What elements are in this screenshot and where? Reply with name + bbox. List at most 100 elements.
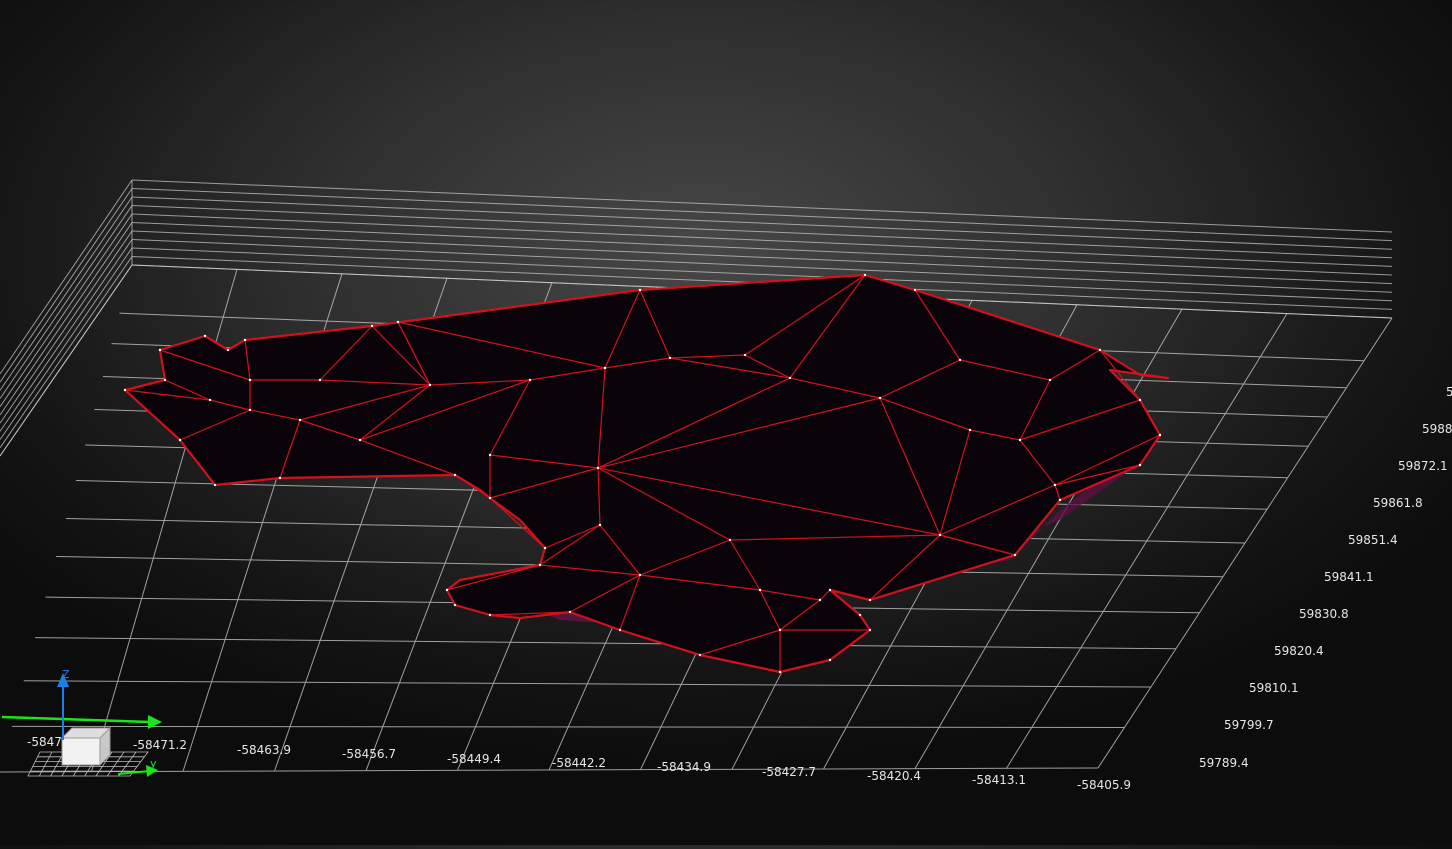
mesh-vertex bbox=[1018, 438, 1022, 442]
gizmo-z-label: Z bbox=[62, 668, 70, 681]
y-tick: 59799.7 bbox=[1224, 718, 1274, 732]
mesh-vertex bbox=[396, 320, 400, 324]
mesh-vertex bbox=[528, 378, 532, 382]
y-tick: 59820.4 bbox=[1274, 644, 1324, 658]
wall-line bbox=[131, 213, 1393, 267]
orientation-gizmo[interactable]: Z y bbox=[1, 668, 162, 777]
y-tick: 5988 bbox=[1422, 422, 1452, 436]
x-tick: -58420.4 bbox=[867, 769, 921, 783]
mesh-vertex bbox=[163, 378, 167, 382]
grid-line bbox=[34, 637, 1176, 650]
mesh-vertex bbox=[818, 598, 822, 602]
mesh-vertex bbox=[598, 523, 602, 527]
3d-viewport[interactable]: -5847 -58471.2 -58463.9 -58456.7 -58449.… bbox=[0, 0, 1452, 845]
wall-line bbox=[0, 222, 133, 416]
mesh-vertex bbox=[698, 653, 702, 657]
mesh-vertex bbox=[1048, 378, 1052, 382]
y-axis-tick-labels: 59789.4 59799.7 59810.1 59820.4 59830.8 … bbox=[1199, 385, 1452, 770]
mesh-vertex bbox=[453, 473, 457, 477]
x-tick: -58463.9 bbox=[237, 743, 291, 757]
mesh-vertex bbox=[1058, 498, 1062, 502]
x-tick: -58456.7 bbox=[342, 747, 396, 761]
mesh-vertex bbox=[958, 358, 962, 362]
x-tick: -58471.2 bbox=[133, 738, 187, 752]
mesh-vertex bbox=[868, 598, 872, 602]
mesh-vertex bbox=[638, 573, 642, 577]
mesh-vertex bbox=[370, 324, 374, 328]
y-tick-partial: 5 bbox=[1446, 385, 1452, 399]
mesh-vertex bbox=[488, 453, 492, 457]
mesh-vertex bbox=[568, 610, 572, 614]
mesh-vertex bbox=[743, 353, 747, 357]
mesh-vertex bbox=[318, 378, 322, 382]
mesh-vertex bbox=[1053, 483, 1057, 487]
mesh-vertex bbox=[828, 658, 832, 662]
mesh-vertex bbox=[243, 338, 247, 342]
y-tick: 59851.4 bbox=[1348, 533, 1398, 547]
mesh-vertex bbox=[938, 533, 942, 537]
wall-line bbox=[131, 179, 1393, 233]
wall-line bbox=[131, 188, 1393, 242]
mesh-vertex bbox=[778, 628, 782, 632]
y-tick: 59810.1 bbox=[1249, 681, 1299, 695]
x-tick: -58442.2 bbox=[552, 756, 606, 770]
side-wall-grid bbox=[0, 179, 133, 457]
wall-line bbox=[131, 196, 1393, 250]
mesh-vertex bbox=[248, 378, 252, 382]
mesh-vertex bbox=[863, 273, 867, 277]
x-tick: -58434.9 bbox=[657, 760, 711, 774]
gizmo-cube-icon bbox=[60, 726, 112, 767]
mesh-vertex bbox=[538, 563, 542, 567]
mesh-vertex bbox=[858, 613, 862, 617]
mesh-vertex bbox=[213, 483, 217, 487]
mesh-vertex bbox=[158, 348, 162, 352]
mesh-vertex bbox=[728, 538, 732, 542]
mesh-vertex bbox=[248, 408, 252, 412]
mesh-vertex bbox=[758, 588, 762, 592]
gizmo-y-label: y bbox=[150, 757, 157, 770]
grid-line bbox=[11, 725, 1125, 728]
y-tick: 59841.1 bbox=[1324, 570, 1374, 584]
x-tick: -58413.1 bbox=[972, 773, 1026, 787]
mesh-vertex bbox=[1098, 348, 1102, 352]
mesh-vertex bbox=[878, 396, 882, 400]
gizmo-x-axis bbox=[1, 715, 151, 724]
mesh-vertex bbox=[453, 603, 457, 607]
mesh-vertex bbox=[428, 383, 432, 387]
wall-line bbox=[131, 222, 1393, 276]
grid-line bbox=[23, 680, 1151, 688]
x-tick: -58449.4 bbox=[447, 752, 501, 766]
mesh-vertex bbox=[358, 438, 362, 442]
wall-line bbox=[0, 205, 133, 399]
mesh-vertex bbox=[596, 466, 600, 470]
mesh-vertex bbox=[226, 348, 230, 352]
mesh-vertex bbox=[1138, 463, 1142, 467]
mesh-vertex bbox=[968, 428, 972, 432]
mesh-vertex bbox=[488, 496, 492, 500]
mesh-vertex bbox=[488, 613, 492, 617]
y-tick: 59861.8 bbox=[1373, 496, 1423, 510]
mesh-vertex bbox=[298, 418, 302, 422]
terrain-mesh[interactable] bbox=[123, 273, 1170, 674]
wall-line bbox=[131, 205, 1393, 259]
wall-line bbox=[0, 213, 133, 408]
mesh-vertex bbox=[208, 398, 212, 402]
gizmo-grid-line bbox=[38, 751, 53, 777]
y-tick: 59830.8 bbox=[1299, 607, 1349, 621]
mesh-vertex bbox=[178, 438, 182, 442]
mesh-vertex bbox=[668, 356, 672, 360]
mesh-vertex bbox=[1138, 398, 1142, 402]
mesh-vertex bbox=[1013, 553, 1017, 557]
mesh-vertex bbox=[203, 334, 207, 338]
mesh-vertex bbox=[123, 388, 127, 392]
x-tick: -58405.9 bbox=[1077, 778, 1131, 792]
y-tick: 59789.4 bbox=[1199, 756, 1249, 770]
mesh-vertex bbox=[618, 628, 622, 632]
mesh-vertex bbox=[868, 628, 872, 632]
mesh-vertex bbox=[278, 476, 282, 480]
x-tick-partial: -5847 bbox=[27, 735, 62, 749]
3d-scene[interactable]: -5847 -58471.2 -58463.9 -58456.7 -58449.… bbox=[0, 0, 1452, 845]
mesh-vertex bbox=[1158, 433, 1162, 437]
wall-line bbox=[0, 230, 133, 424]
mesh-vertex bbox=[543, 546, 547, 550]
